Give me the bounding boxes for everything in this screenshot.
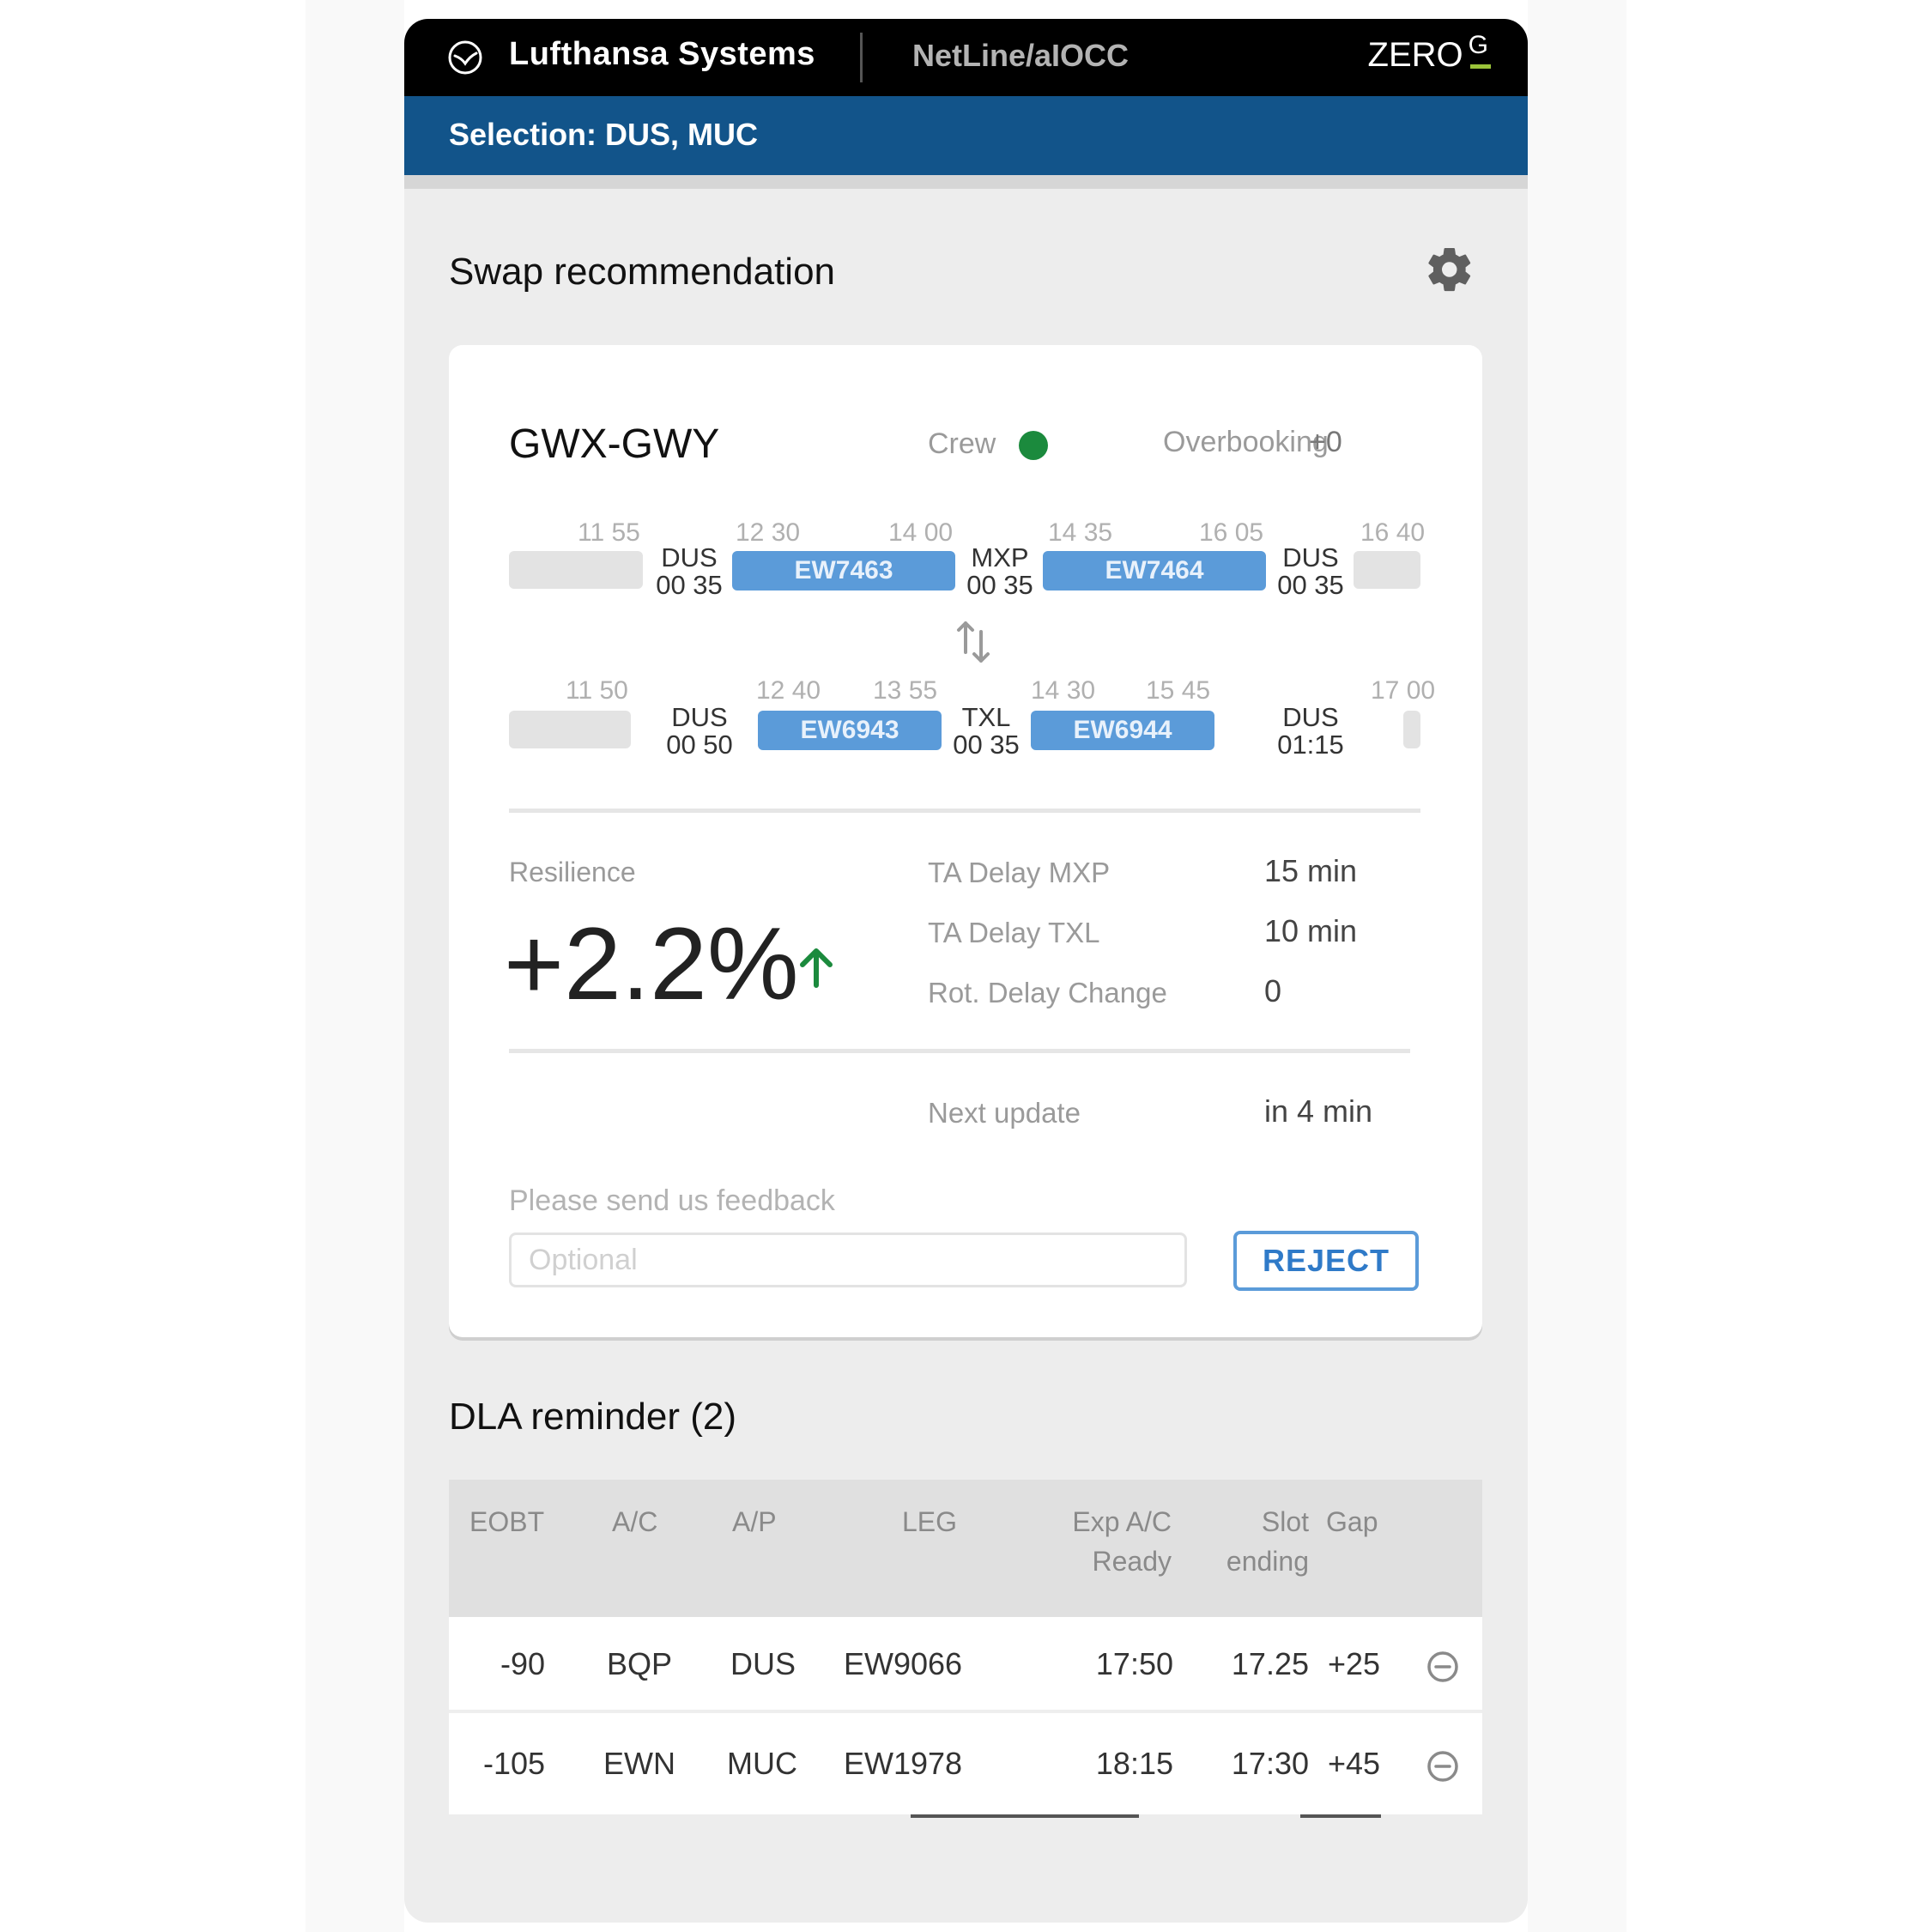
gear-icon[interactable] — [1424, 244, 1475, 295]
ta-delay-txl-label: TA Delay TXL — [928, 917, 1100, 948]
rotation-bottom-time: 11 50 — [566, 676, 628, 705]
selection-bar-shadow — [404, 175, 1528, 189]
cell-ac: EWN — [603, 1746, 675, 1781]
reject-button[interactable]: REJECT — [1233, 1231, 1419, 1291]
cell-slot-ending: 17:30 — [1231, 1746, 1309, 1781]
cell-exp-ready: 18:15 — [1095, 1746, 1173, 1781]
top-bar: Lufthansa Systems NetLine/aIOCC ZERO G — [404, 19, 1528, 96]
rotation-top-time: 12 30 — [736, 518, 801, 547]
zero-logo-mark: G — [1468, 31, 1492, 69]
cell-exp-ready: 17:50 — [1095, 1646, 1173, 1681]
page-edge-shade-right — [1528, 0, 1626, 1932]
cell-ac: BQP — [607, 1646, 673, 1681]
cell-gap: +45 — [1328, 1746, 1381, 1781]
rotation-top-next-segment — [1354, 551, 1420, 589]
card-divider — [509, 1049, 1410, 1053]
rotation-top-flight-bar[interactable]: EW7464 — [1043, 551, 1266, 591]
rotation-top-time: 16 40 — [1360, 518, 1426, 547]
column-header-slot-ending[interactable]: Slot ending — [1180, 1502, 1309, 1581]
cell-gap: +25 — [1328, 1646, 1381, 1681]
rotation-bottom-flight-bar[interactable]: EW6943 — [758, 711, 942, 750]
page-edge-shade-left — [306, 0, 404, 1932]
column-header-ac[interactable]: A/C — [612, 1502, 657, 1541]
feedback-input[interactable] — [509, 1232, 1187, 1287]
next-update-label: Next update — [928, 1097, 1081, 1129]
column-header-gap[interactable]: Gap — [1326, 1502, 1378, 1541]
top-bar-divider — [860, 33, 863, 82]
column-header-ap[interactable]: A/P — [732, 1502, 777, 1541]
rotation-bottom-time: 14 30 — [1031, 676, 1096, 705]
dla-section-title: DLA reminder (2) — [449, 1396, 737, 1438]
swap-vertical-icon — [957, 621, 990, 663]
rotation-top-time: 14 35 — [1048, 518, 1113, 547]
rotation-bottom-airport: TXL 00 35 — [953, 702, 1020, 760]
cell-ap: DUS — [730, 1646, 796, 1681]
zero-logo: ZERO G — [1367, 31, 1492, 75]
rotation-bottom-time: 13 55 — [873, 676, 938, 705]
card-divider — [509, 809, 1420, 813]
brand-name: Lufthansa Systems — [509, 36, 815, 72]
cell-eobt: -105 — [483, 1746, 546, 1781]
product-name: NetLine/aIOCC — [912, 38, 1130, 73]
table-row[interactable]: -90 BQP DUS EW9066 17:50 17.25 +25 — [449, 1617, 1482, 1713]
remove-circle-icon[interactable] — [1426, 1650, 1460, 1684]
lufthansa-crane-logo-icon — [448, 40, 482, 75]
selection-text: Selection: DUS, MUC — [449, 117, 759, 152]
zero-logo-text: ZERO — [1367, 36, 1463, 74]
dla-table-header: EOBT A/C A/P LEG Exp A/C Ready Slot ending… — [449, 1480, 1482, 1617]
rotation-top-flight-bar[interactable]: EW7463 — [732, 551, 955, 591]
arrow-up-icon — [800, 948, 833, 988]
cell-slot-ending: 17.25 — [1231, 1646, 1309, 1681]
rotation-bottom-time: 17 00 — [1371, 676, 1436, 705]
overbooking-value: +0 — [1309, 426, 1342, 458]
ta-delay-mxp-value: 15 min — [1264, 853, 1358, 888]
tail-pair: GWX-GWY — [509, 421, 720, 467]
rotation-top-time: 14 00 — [888, 518, 954, 547]
feedback-label: Please send us feedback — [509, 1184, 835, 1217]
rotation-top-time: 11 55 — [578, 518, 640, 547]
ta-delay-mxp-label: TA Delay MXP — [928, 857, 1111, 888]
rotation-bottom-prior-segment — [509, 711, 631, 748]
crew-status-indicator — [1019, 431, 1048, 460]
rotation-top-airport: DUS 00 35 — [656, 542, 723, 600]
overbooking-label: Overbooking — [1163, 426, 1329, 458]
rotation-bottom-next-segment — [1403, 711, 1420, 748]
cell-leg: EW1978 — [844, 1746, 963, 1781]
resilience-label: Resilience — [509, 857, 636, 887]
selection-bar[interactable]: Selection: DUS, MUC — [404, 96, 1528, 175]
rotation-top-airport: DUS 00 35 — [1277, 542, 1344, 600]
swap-recommendation-card: GWX-GWY Crew Overbooking +0 11 55 12 30 … — [449, 345, 1482, 1337]
rotation-top-airport: MXP 00 35 — [966, 542, 1033, 600]
table-row[interactable]: -105 EWN MUC EW1978 18:15 17:30 +45 — [449, 1717, 1482, 1813]
rotation-top-time: 16 05 — [1199, 518, 1264, 547]
rotation-top-prior-segment — [509, 551, 643, 589]
ta-delay-txl-value: 10 min — [1264, 913, 1358, 948]
rot-delay-change-label: Rot. Delay Change — [928, 977, 1167, 1008]
rotation-bottom-airport: DUS 01:15 — [1277, 702, 1344, 760]
column-header-eobt[interactable]: EOBT — [469, 1502, 544, 1541]
dla-table: EOBT A/C A/P LEG Exp A/C Ready Slot ending… — [449, 1480, 1482, 1814]
column-header-leg[interactable]: LEG — [902, 1502, 957, 1541]
cell-leg: EW9066 — [844, 1646, 963, 1681]
cell-ap: MUC — [727, 1746, 797, 1781]
rot-delay-change-value: 0 — [1264, 973, 1282, 1008]
column-header-exp-ac-ready[interactable]: Exp A/C Ready — [1021, 1502, 1172, 1581]
app-window: Lufthansa Systems NetLine/aIOCC ZERO G S… — [404, 19, 1528, 1923]
rotation-bottom-airport: DUS 00 50 — [666, 702, 733, 760]
remove-circle-icon[interactable] — [1426, 1749, 1460, 1784]
rotation-bottom-time: 15 45 — [1146, 676, 1211, 705]
next-update-value: in 4 min — [1264, 1093, 1373, 1129]
resilience-value: +2.2% — [504, 906, 799, 1021]
swap-section-title: Swap recommendation — [449, 251, 836, 293]
table-scroll-indicator — [911, 1814, 1381, 1818]
rotation-bottom-time: 12 40 — [756, 676, 821, 705]
crew-label: Crew — [928, 427, 996, 460]
rotation-bottom-flight-bar[interactable]: EW6944 — [1031, 711, 1214, 750]
cell-eobt: -90 — [500, 1646, 546, 1681]
